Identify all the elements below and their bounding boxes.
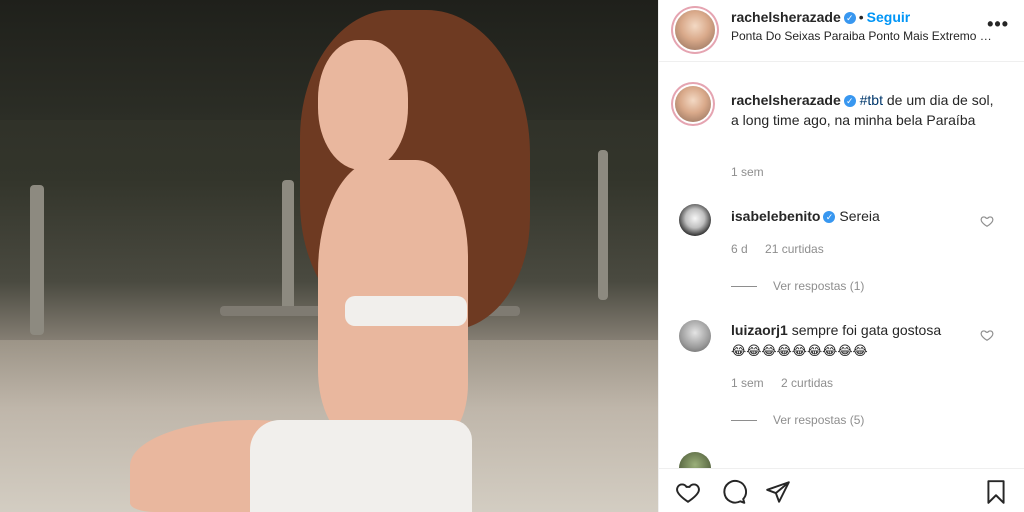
caption-meta: 1 sem xyxy=(731,165,778,179)
view-replies-label: Ver respostas (5) xyxy=(773,413,865,427)
caption-avatar[interactable] xyxy=(675,86,711,122)
post-header: rachelsherazade ✓ • Seguir Ponta Do Seixas … xyxy=(659,0,1024,62)
verified-badge-icon: ✓ xyxy=(843,95,856,108)
like-heart-icon[interactable] xyxy=(675,479,701,505)
comment-meta: 1 sem 2 curtidas xyxy=(731,376,847,390)
comment-icon[interactable] xyxy=(721,479,747,505)
photo-towel xyxy=(250,420,472,512)
comment-avatar[interactable] xyxy=(679,204,711,236)
view-replies-button[interactable]: Ver respostas (5) xyxy=(731,413,864,427)
caption-time[interactable]: 1 sem xyxy=(731,165,764,179)
comment-like-heart-icon[interactable] xyxy=(980,328,994,342)
replies-divider xyxy=(731,419,757,421)
verified-badge-icon: ✓ xyxy=(823,211,836,224)
comment-time[interactable]: 6 d xyxy=(731,242,748,256)
photo-face xyxy=(318,40,408,170)
caption-username[interactable]: rachelsherazade xyxy=(731,92,841,108)
photo-fence-post xyxy=(598,150,608,300)
post-photo[interactable] xyxy=(0,0,658,512)
comment-text: sempre foi gata gostosa xyxy=(791,322,942,338)
header-user-line: rachelsherazade ✓ • Seguir xyxy=(731,9,910,25)
bookmark-icon[interactable] xyxy=(983,479,1009,505)
photo-fence-post xyxy=(282,180,294,310)
post-caption: rachelsherazade ✓ #tbt de um dia de sol, … xyxy=(731,90,1001,130)
view-replies-label: Ver respostas (1) xyxy=(773,279,865,293)
comment-meta: 6 d 21 curtidas xyxy=(731,242,838,256)
photo-top xyxy=(345,296,467,326)
comment-likes[interactable]: 2 curtidas xyxy=(781,376,833,390)
post-side-panel: rachelsherazade ✓ • Seguir Ponta Do Seixas … xyxy=(658,0,1024,512)
post-action-bar xyxy=(659,468,1024,512)
follow-button[interactable]: Seguir xyxy=(867,9,911,25)
comment-username[interactable]: luizaorj1 xyxy=(731,322,788,338)
photo-fence-post xyxy=(30,185,44,335)
verified-badge-icon: ✓ xyxy=(843,12,856,25)
comment-text: Sereia xyxy=(839,208,880,224)
comment-like-heart-icon[interactable] xyxy=(980,214,994,228)
comment-item: luizaorj1 sempre foi gata gostosa 😂😂😂😂😂😂… xyxy=(731,320,981,361)
comment-username[interactable]: isabelebenito xyxy=(731,208,820,224)
more-options-icon[interactable]: ••• xyxy=(987,14,1009,35)
author-username[interactable]: rachelsherazade xyxy=(731,9,841,25)
separator-dot: • xyxy=(858,9,864,25)
post-location[interactable]: Ponta Do Seixas Paraiba Ponto Mais Extre… xyxy=(731,29,993,43)
replies-divider xyxy=(731,285,757,287)
paper-plane-icon[interactable] xyxy=(765,479,791,505)
comment-avatar[interactable] xyxy=(679,320,711,352)
comment-likes[interactable]: 21 curtidas xyxy=(765,242,824,256)
comment-time[interactable]: 1 sem xyxy=(731,376,764,390)
comment-emojis: 😂😂😂😂😂😂😂😂😂 xyxy=(731,343,868,358)
comment-item: isabelebenito ✓ Sereia xyxy=(731,206,981,226)
author-avatar[interactable] xyxy=(675,10,715,50)
caption-hashtag[interactable]: #tbt xyxy=(860,92,883,108)
view-replies-button[interactable]: Ver respostas (1) xyxy=(731,279,864,293)
